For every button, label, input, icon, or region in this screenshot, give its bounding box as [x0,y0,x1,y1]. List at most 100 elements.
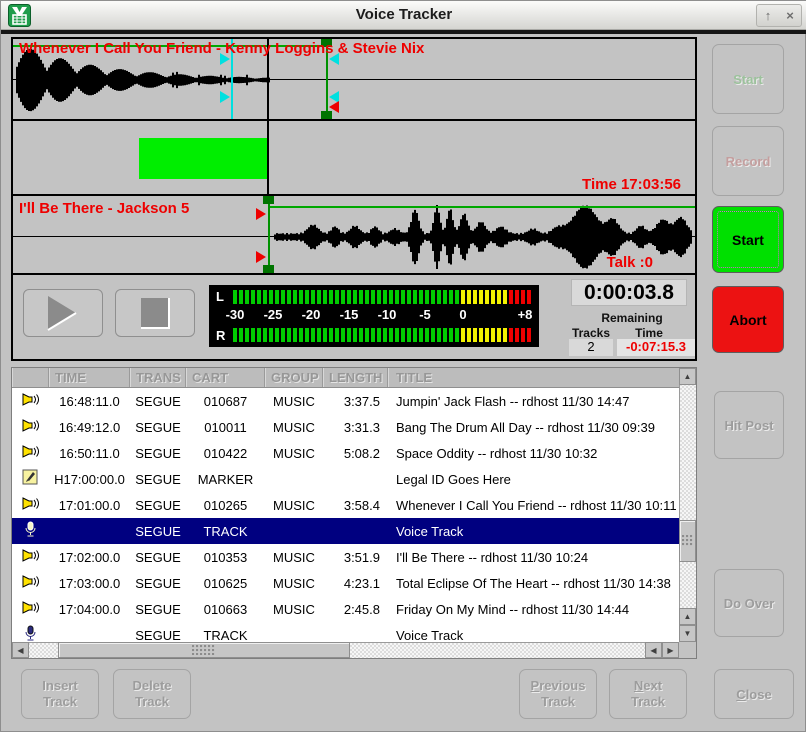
next-track-button[interactable]: Next Track [609,669,687,719]
deck1-fade-marker-handle[interactable] [329,101,339,113]
meter-segment [491,290,495,304]
close-button[interactable]: Close [714,669,794,719]
meter-segment [239,290,243,304]
start-deck1-button[interactable]: Start [712,44,784,114]
meter-segment [341,290,345,304]
meter-segment [515,328,519,342]
speaker-icon [21,391,40,408]
deck2-start-marker-handle-top[interactable] [256,208,266,220]
horizontal-scrollbar[interactable]: ◀ ◀ ▶ [12,642,679,658]
hit-post-button[interactable]: Hit Post [714,391,784,459]
mic-icon [24,521,37,538]
strip-position-line [267,121,269,194]
cell-title: Total Eclipse Of The Heart -- rdhost 11/… [388,576,679,591]
meter-segment [293,290,297,304]
scroll-up-icon[interactable]: ▲ [679,368,696,385]
cell-group: MUSIC [265,394,323,409]
meter-segment [365,290,369,304]
header-trans[interactable]: TRANS [130,368,186,387]
header-group[interactable]: GROUP [265,368,323,387]
delete-track-button[interactable]: Delete Track [113,669,191,719]
transport-row: L R -30-25-20-15-10-50+8 0:00:03.8 Remai… [13,275,695,353]
deck2-start-marker-square-bottom[interactable] [263,265,274,273]
speaker-icon [21,495,40,512]
scroll-left2-icon[interactable]: ◀ [645,642,662,658]
meter-segment [437,290,441,304]
header-title[interactable]: TITLE [388,368,679,387]
tracker-display: Whenever I Call You Friend - Kenny Loggi… [11,37,697,361]
meter-segment [467,328,471,342]
voice-track-region[interactable] [139,138,269,179]
meter-segment [515,290,519,304]
elapsed-time-display: 0:00:03.8 [571,279,687,306]
insert-track-button[interactable]: Insert Track [21,669,99,719]
cell-group: MUSIC [265,550,323,565]
header-icon-column[interactable] [12,368,49,387]
table-row[interactable]: SEGUETRACKVoice Track [12,622,679,642]
meter-segment [359,328,363,342]
speaker-icon [21,443,40,460]
meter-segment [347,290,351,304]
shade-icon[interactable]: ↑ [757,5,779,26]
meter-segment [359,290,363,304]
cell-title: Whenever I Call You Friend -- rdhost 11/… [388,498,679,513]
scroll-left-icon[interactable]: ◀ [12,642,29,658]
play-button[interactable] [23,289,103,337]
meter-scale-label: -30 [226,307,245,322]
vertical-scroll-thumb[interactable] [679,520,696,562]
meter-segment [275,328,279,342]
deck1-start-marker-handle-bottom[interactable] [220,91,230,103]
do-over-button[interactable]: Do Over [714,569,784,637]
close-icon[interactable]: × [779,5,801,26]
deck2-start-marker-square-top[interactable] [263,196,274,204]
cell-cart: 010353 [186,550,265,565]
table-row[interactable]: 16:48:11.0SEGUE010687MUSIC3:37.5Jumpin' … [12,388,679,414]
voice-tracker-window: { "titlebar": { "title": "Voice Tracker"… [0,0,806,732]
table-row[interactable]: 16:50:11.0SEGUE010422MUSIC5:08.2Space Od… [12,440,679,466]
scroll-up2-icon[interactable]: ▲ [679,608,696,625]
deck2-start-marker-handle-bottom[interactable] [256,251,266,263]
cell-cart: 010265 [186,498,265,513]
meter-scale-label: -15 [340,307,359,322]
titlebar-separator [1,30,806,34]
table-row[interactable]: SEGUETRACKVoice Track [12,518,679,544]
table-row[interactable]: 16:49:12.0SEGUE010011MUSIC3:31.3Bang The… [12,414,679,440]
header-time[interactable]: TIME [49,368,130,387]
scrollbar-corner [679,642,696,658]
insert-track-label: Insert Track [31,678,89,711]
scroll-right-icon[interactable]: ▶ [662,642,679,658]
stop-button[interactable] [115,289,195,337]
horizontal-scroll-thumb[interactable] [58,642,350,658]
meter-segment [467,290,471,304]
record-button[interactable]: Record [712,126,784,196]
start-deck2-button[interactable]: Start [712,206,784,273]
cell-group: MUSIC [265,498,323,513]
meter-segment [371,290,375,304]
meter-segment [521,290,525,304]
titlebar: Voice Tracker ↑ × [1,1,806,30]
cell-title: I'll Be There -- rdhost 11/30 10:24 [388,550,679,565]
cell-title: Voice Track [388,524,679,539]
region-time-label: Time 17:03:56 [582,176,681,193]
table-row[interactable]: H17:00:00.0SEGUEMARKERLegal ID Goes Here [12,466,679,492]
meter-segment [263,328,267,342]
cell-trans: SEGUE [130,394,186,409]
cell-icon [12,599,49,619]
cell-cart: TRACK [186,628,265,643]
previous-track-button[interactable]: Previous Track [519,669,597,719]
table-row[interactable]: 17:04:00.0SEGUE010663MUSIC2:45.8Friday O… [12,596,679,622]
meter-segment [437,328,441,342]
abort-button[interactable]: Abort [712,286,784,353]
header-cart[interactable]: CART [186,368,265,387]
window-title: Voice Tracker [1,6,806,23]
table-row[interactable]: 17:03:00.0SEGUE010625MUSIC4:23.1Total Ec… [12,570,679,596]
cell-time: 17:03:00.0 [49,576,130,591]
table-row[interactable]: 17:01:00.0SEGUE010265MUSIC3:58.4Whenever… [12,492,679,518]
table-row[interactable]: 17:02:00.0SEGUE010353MUSIC3:51.9I'll Be … [12,544,679,570]
cell-trans: SEGUE [130,576,186,591]
meter-segment [377,290,381,304]
scroll-down-icon[interactable]: ▼ [679,625,696,642]
vertical-scrollbar[interactable]: ▲ ▲ ▼ [679,368,696,642]
header-length[interactable]: LENGTH [323,368,388,387]
note-icon [22,469,39,486]
